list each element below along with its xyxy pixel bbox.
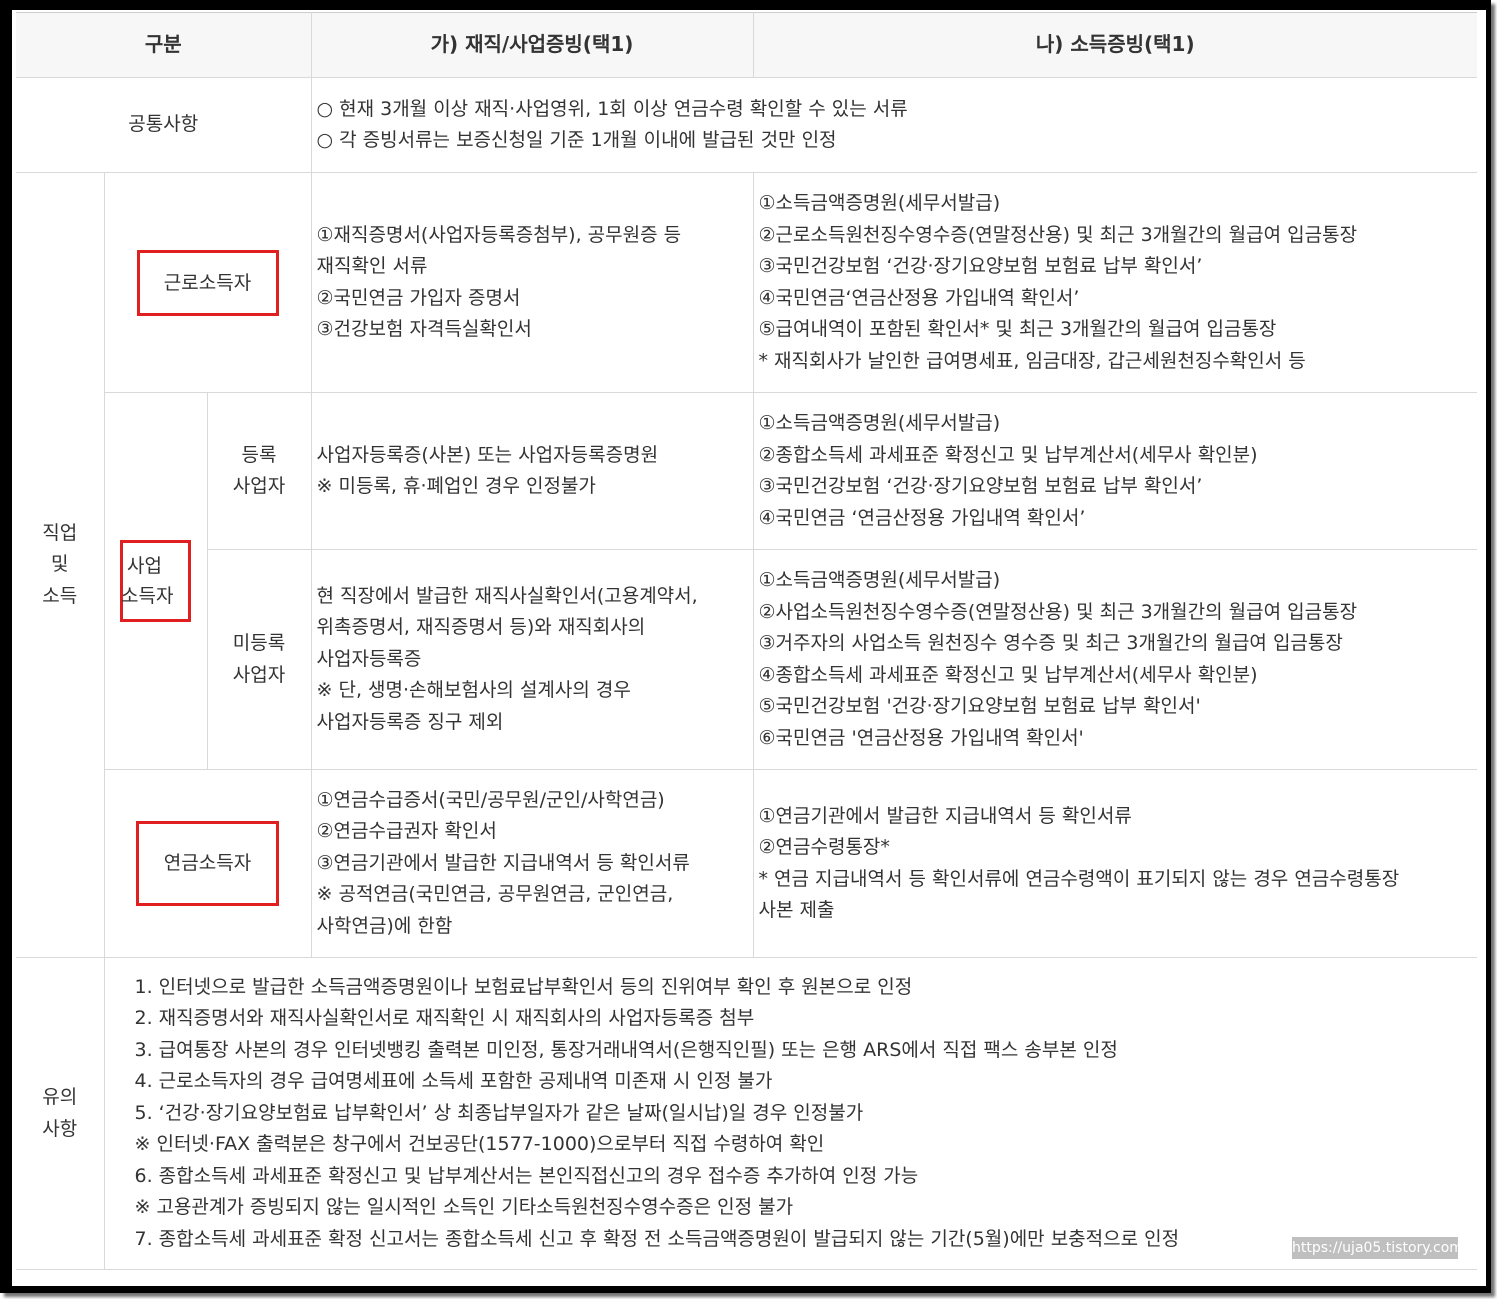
- doc-line: ②사업소득원천징수영수증(연말정산용) 및 최근 3개월간의 월급여 입금통장: [758, 600, 1358, 623]
- requirements-table: 구분 가) 재직/사업증빙(택1) 나) 소득증빙(택1) 공통사항 ○ 현재 …: [16, 12, 1477, 1270]
- business-highlight-box: 사업 소득자: [120, 540, 191, 622]
- doc-line: ①소득금액증명원(세무서발급): [758, 192, 1001, 214]
- doc-line: ⑥국민연금 '연금산정용 가입내역 확인서': [758, 726, 1084, 749]
- registered-label-line: 사업자: [232, 475, 286, 497]
- business-label-line: 사업: [127, 555, 162, 577]
- note-line: 3. 급여통장 사본의 경우 인터넷뱅킹 출력본 미인정, 통장거래내역서(은행…: [134, 1038, 1118, 1061]
- header-category: 구분: [16, 12, 312, 78]
- doc-line: ④국민연금‘연금산정용 가입내역 확인서’: [758, 286, 1080, 309]
- unregistered-label-line: 사업자: [232, 663, 286, 686]
- registered-label-line: 등록: [241, 443, 277, 466]
- job-label-line: 직업: [42, 521, 78, 544]
- doc-line: 사업자등록증(사본) 또는 사업자등록증명원: [316, 443, 659, 466]
- doc-line: ①재직증명서(사업자등록증첨부), 공무원증 등: [316, 223, 682, 246]
- pension-highlight-box: 연금소득자: [136, 821, 279, 906]
- business-label-cell: 사업 소득자: [104, 392, 208, 770]
- job-income-label: 직업 및 소득: [16, 172, 105, 958]
- notes-label: 유의 사항: [16, 957, 105, 1270]
- pension-employment-docs: ①연금수급증서(국민/공무원/군인/사학연금) ②연금수급권자 확인서 ③연금기…: [310, 769, 754, 958]
- doc-line: 사업자등록증: [316, 647, 422, 670]
- doc-line: ②근로소득원천징수영수증(연말정산용) 및 최근 3개월간의 월급여 입금통장: [758, 223, 1358, 246]
- common-row: 공통사항 ○ 현재 3개월 이상 재직·사업영위, 1회 이상 연금수령 확인할…: [16, 77, 1477, 173]
- doc-line: ①연금기관에서 발급한 지급내역서 등 확인서류: [758, 804, 1132, 827]
- watermark-url[interactable]: https://uja05.tistory.com: [1292, 1237, 1463, 1259]
- doc-line: ①소득금액증명원(세무서발급): [758, 569, 1001, 591]
- registered-label: 등록 사업자: [206, 392, 312, 550]
- note-line: 7. 종합소득세 과세표준 확정 신고서는 종합소득세 신고 후 확정 전 소득…: [134, 1227, 1180, 1250]
- employee-income-docs: ①소득금액증명원(세무서발급) ②근로소득원천징수영수증(연말정산용) 및 최근…: [752, 172, 1477, 393]
- doc-line: ③연금기관에서 발급한 지급내역서 등 확인서류: [316, 851, 690, 874]
- common-label: 공통사항: [16, 77, 312, 173]
- registered-employment-docs: 사업자등록증(사본) 또는 사업자등록증명원 ※ 미등록, 휴·폐업인 경우 인…: [310, 392, 754, 550]
- job-label-line: 및: [51, 553, 69, 576]
- doc-line: * 연금 지급내역서 등 확인서류에 연금수령액이 표기되지 않는 경우 연금수…: [758, 867, 1400, 890]
- doc-line: ⑤급여내역이 포함된 확인서* 및 최근 3개월간의 월급여 입금통장: [758, 318, 1277, 340]
- doc-line: 사본 제출: [758, 899, 835, 921]
- doc-line: ④국민연금 ‘연금산정용 가입내역 확인서’: [758, 506, 1086, 529]
- registered-income-docs: ①소득금액증명원(세무서발급) ②종합소득세 과세표준 확정신고 및 납부계산서…: [752, 392, 1477, 550]
- employee-row: 직업 및 소득 근로소득자 ①재직증명서(사업자등록증첨부), 공무원증 등 재…: [16, 172, 1477, 958]
- unregistered-employment-docs: 현 직장에서 발급한 재직사실확인서(고용계약서, 위촉증명서, 재직증명서 등…: [310, 549, 754, 770]
- employee-label-cell: 근로소득자: [103, 172, 312, 393]
- employee-employment-docs: ①재직증명서(사업자등록증첨부), 공무원증 등 재직확인 서류 ②국민연금 가…: [310, 172, 754, 393]
- pension-income-docs: ①연금기관에서 발급한 지급내역서 등 확인서류 ②연금수령통장* * 연금 지…: [752, 769, 1477, 958]
- header-employment-proof: 가) 재직/사업증빙(택1): [310, 12, 754, 78]
- doc-line: ※ 공적연금(국민연금, 공무원연금, 군인연금,: [316, 883, 674, 906]
- doc-line: ③국민건강보험 ‘건강·장기요양보험 보험료 납부 확인서’: [758, 475, 1203, 497]
- notes-content: 1. 인터넷으로 발급한 소득금액증명원이나 보험료납부확인서 등의 진위여부 …: [103, 957, 1477, 1270]
- doc-line: 사업자등록증 징구 제외: [316, 710, 504, 733]
- doc-line: ①연금수급증서(국민/공무원/군인/사학연금): [316, 788, 665, 811]
- doc-line: 사학연금)에 한함: [316, 914, 453, 937]
- employee-highlight-box: 근로소득자: [136, 249, 279, 316]
- business-label-line: 소득자: [121, 585, 174, 607]
- doc-line: ①소득금액증명원(세무서발급): [758, 412, 1001, 434]
- unregistered-income-docs: ①소득금액증명원(세무서발급) ②사업소득원천징수영수증(연말정산용) 및 최근…: [752, 549, 1477, 770]
- doc-line: ②연금수령통장*: [758, 836, 890, 858]
- doc-line: ④종합소득세 과세표준 확정신고 및 납부계산서(세무사 확인분): [758, 663, 1258, 686]
- note-line: ※ 인터넷·FAX 출력분은 창구에서 건보공단(1577-1000)으로부터 …: [134, 1133, 825, 1156]
- pension-label-cell: 연금소득자: [104, 769, 312, 958]
- doc-line: ③국민건강보험 ‘건강·장기요양보험 보험료 납부 확인서’: [758, 255, 1203, 277]
- doc-line: ②국민연금 가입자 증명서: [316, 286, 521, 309]
- common-line: ○ 각 증빙서류는 보증신청일 기준 1개월 이내에 발급된 것만 인정: [316, 129, 837, 151]
- doc-line: 재직확인 서류: [316, 255, 428, 277]
- doc-line: 위촉증명서, 재직증명서 등)와 재직회사의: [316, 616, 646, 639]
- notes-row: 유의 사항 1. 인터넷으로 발급한 소득금액증명원이나 보험료납부확인서 등의…: [16, 957, 1477, 1270]
- doc-line: ③건강보험 자격득실확인서: [316, 318, 532, 340]
- doc-line: * 재직회사가 날인한 급여명세표, 임금대장, 갑근세원천징수확인서 등: [758, 349, 1306, 372]
- notes-label-line: 유의: [42, 1086, 78, 1108]
- doc-line: ②연금수급권자 확인서: [316, 820, 497, 843]
- note-line: 2. 재직증명서와 재직사실확인서로 재직확인 시 재직회사의 사업자등록증 첨…: [134, 1007, 755, 1030]
- note-line: ※ 고용관계가 증빙되지 않는 일시적인 소득인 기타소득원천징수영수증은 인정…: [134, 1196, 794, 1219]
- common-line: ○ 현재 3개월 이상 재직·사업영위, 1회 이상 연금수령 확인할 수 있는…: [316, 97, 908, 120]
- unregistered-label-line: 미등록: [232, 632, 286, 654]
- notes-label-line: 사항: [42, 1117, 78, 1140]
- doc-line: ⑤국민건강보험 '건강·장기요양보험 보험료 납부 확인서': [758, 695, 1201, 717]
- unregistered-label: 미등록 사업자: [207, 549, 312, 770]
- doc-line: ③거주자의 사업소득 원천징수 영수증 및 최근 3개월간의 월급여 입금통장: [758, 632, 1343, 654]
- header-income-proof: 나) 소득증빙(택1): [752, 12, 1477, 78]
- note-line: 4. 근로소득자의 경우 급여명세표에 소득세 포함한 공제내역 미존재 시 인…: [134, 1070, 773, 1093]
- doc-line: ※ 단, 생명·손해보험사의 설계사의 경우: [316, 679, 631, 702]
- doc-line: ②종합소득세 과세표준 확정신고 및 납부계산서(세무사 확인분): [758, 443, 1258, 466]
- document-sheet: 구분 가) 재직/사업증빙(택1) 나) 소득증빙(택1) 공통사항 ○ 현재 …: [12, 10, 1486, 1286]
- common-content: ○ 현재 3개월 이상 재직·사업영위, 1회 이상 연금수령 확인할 수 있는…: [310, 77, 1477, 173]
- table-header-row: 구분 가) 재직/사업증빙(택1) 나) 소득증빙(택1): [16, 12, 1477, 78]
- registered-business-row: 사업 소득자 등록 사업자 사업자등록증(사본) 또는 사업자등록증명원 ※ 미…: [16, 392, 1477, 770]
- doc-line: 현 직장에서 발급한 재직사실확인서(고용계약서,: [316, 584, 698, 607]
- pension-row: 연금소득자 ①연금수급증서(국민/공무원/군인/사학연금) ②연금수급권자 확인…: [16, 769, 1477, 958]
- job-label-line: 소득: [42, 584, 78, 607]
- note-line: 5. ‘건강·장기요양보험료 납부확인서’ 상 최종납부일자가 같은 날짜(일시…: [134, 1101, 864, 1124]
- note-line: 1. 인터넷으로 발급한 소득금액증명원이나 보험료납부확인서 등의 진위여부 …: [134, 975, 913, 998]
- doc-line: ※ 미등록, 휴·폐업인 경우 인정불가: [316, 475, 596, 497]
- note-line: 6. 종합소득세 과세표준 확정신고 및 납부계산서는 본인직접신고의 경우 접…: [134, 1164, 919, 1187]
- unregistered-business-row: 미등록 사업자 현 직장에서 발급한 재직사실확인서(고용계약서, 위촉증명서,…: [16, 549, 1477, 770]
